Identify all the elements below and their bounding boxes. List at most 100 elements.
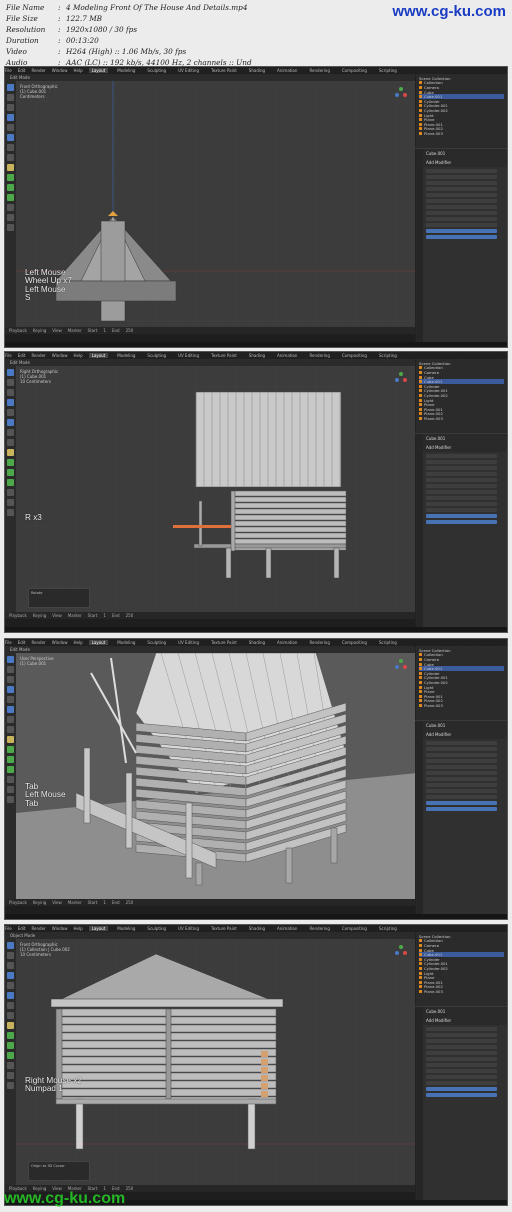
workspace-tab[interactable]: Texture Paint: [208, 68, 240, 73]
workspace-tab[interactable]: Texture Paint: [208, 353, 240, 358]
tool-icon[interactable]: [7, 1022, 14, 1029]
properties-panel[interactable]: Cube.001 Add Modifier: [415, 434, 507, 632]
properties-tabs[interactable]: [416, 1007, 423, 1205]
menu-item[interactable]: File: [5, 353, 12, 358]
timeline[interactable]: Playback Keying View Marker Start 1 End 250: [5, 327, 415, 342]
workspace-tab[interactable]: Sculpting: [144, 353, 169, 358]
add-modifier-button[interactable]: Add Modifier: [416, 1016, 507, 1025]
tool-icon[interactable]: [7, 992, 14, 999]
workspace-tab[interactable]: Compositing: [339, 926, 370, 931]
tool-icon[interactable]: [7, 696, 14, 703]
menu-item[interactable]: Window: [52, 68, 68, 73]
tool-icon[interactable]: [7, 676, 14, 683]
property-field[interactable]: [426, 454, 497, 458]
workspace-tab[interactable]: Compositing: [339, 640, 370, 645]
end-value[interactable]: 250: [126, 613, 134, 618]
property-field[interactable]: [426, 217, 497, 221]
tool-icon[interactable]: [7, 84, 14, 91]
property-field[interactable]: [426, 181, 497, 185]
menu-item[interactable]: Render: [31, 640, 45, 645]
workspace-tab[interactable]: Layout: [88, 926, 109, 931]
end-value[interactable]: 250: [126, 900, 134, 905]
tool-icon[interactable]: [7, 1062, 14, 1069]
navigation-gizmo[interactable]: [393, 85, 409, 101]
workspace-tab[interactable]: Layout: [88, 353, 109, 358]
mode-selector[interactable]: Object Mode: [10, 933, 35, 938]
workspace-tab[interactable]: Scripting: [376, 353, 400, 358]
properties-tabs[interactable]: [416, 149, 423, 347]
property-field[interactable]: [426, 771, 497, 775]
timeline-menu[interactable]: Keying: [33, 328, 46, 333]
tool-icon[interactable]: [7, 184, 14, 191]
mode-selector[interactable]: Edit Mode: [10, 647, 30, 652]
property-field[interactable]: [426, 514, 497, 518]
properties-panel[interactable]: Cube.001 Add Modifier: [415, 1007, 507, 1205]
operator-panel[interactable]: Origin to 3D Cursor: [28, 1161, 90, 1181]
tool-icon[interactable]: [7, 766, 14, 773]
tool-icon[interactable]: [7, 942, 14, 949]
add-modifier-button[interactable]: Add Modifier: [416, 158, 507, 167]
navigation-gizmo[interactable]: [393, 370, 409, 386]
property-field[interactable]: [426, 1051, 497, 1055]
viewport-3d[interactable]: Right Orthographic (1) Cube.001 10 Centime…: [16, 366, 415, 612]
menu-item[interactable]: File: [5, 926, 12, 931]
menu-item[interactable]: Render: [31, 926, 45, 931]
outliner-panel[interactable]: Scene Collection Collection Camera Cube Cube…: [415, 359, 507, 433]
workspace-tab[interactable]: UV Editing: [175, 68, 202, 73]
workspace-tab[interactable]: Layout: [88, 68, 109, 73]
property-field[interactable]: [426, 1063, 497, 1067]
tool-icon[interactable]: [7, 489, 14, 496]
outliner-panel[interactable]: Scene Collection Collection Camera Cube Cube…: [415, 932, 507, 1006]
property-field[interactable]: [426, 235, 497, 239]
properties-panel[interactable]: Cube.001 Add Modifier: [415, 721, 507, 919]
timeline-menu[interactable]: View: [52, 900, 62, 905]
tool-icon[interactable]: [7, 449, 14, 456]
workspace-tab[interactable]: Sculpting: [144, 68, 169, 73]
property-field[interactable]: [426, 1093, 497, 1097]
menu-item[interactable]: Help: [73, 640, 82, 645]
tool-icon[interactable]: [7, 776, 14, 783]
property-field[interactable]: [426, 795, 497, 799]
tool-icon[interactable]: [7, 1052, 14, 1059]
end-value[interactable]: 250: [126, 1186, 134, 1191]
outliner-panel[interactable]: Scene Collection Collection Camera Cube Cube…: [415, 646, 507, 720]
workspace-tab[interactable]: Rendering: [306, 926, 332, 931]
property-field[interactable]: [426, 1027, 497, 1031]
menu-item[interactable]: Render: [31, 353, 45, 358]
property-field[interactable]: [426, 508, 497, 512]
property-field[interactable]: [426, 484, 497, 488]
property-field[interactable]: [426, 753, 497, 757]
workspace-tab[interactable]: Texture Paint: [208, 640, 240, 645]
property-field[interactable]: [426, 807, 497, 811]
tool-icon[interactable]: [7, 224, 14, 231]
workspace-tab[interactable]: Modeling: [114, 926, 138, 931]
property-field[interactable]: [426, 229, 497, 233]
property-field[interactable]: [426, 199, 497, 203]
menu-item[interactable]: File: [5, 68, 12, 73]
timeline-menu[interactable]: View: [52, 613, 62, 618]
viewport-3d[interactable]: Front Orthographic (1) Collection | Cube.…: [16, 939, 415, 1185]
tool-icon[interactable]: [7, 204, 14, 211]
tool-icon[interactable]: [7, 726, 14, 733]
property-field[interactable]: [426, 765, 497, 769]
tool-icon[interactable]: [7, 962, 14, 969]
add-modifier-button[interactable]: Add Modifier: [416, 730, 507, 739]
tool-icon[interactable]: [7, 499, 14, 506]
menu-item[interactable]: Help: [73, 926, 82, 931]
navigation-gizmo[interactable]: [393, 943, 409, 959]
property-field[interactable]: [426, 1081, 497, 1085]
tool-icon[interactable]: [7, 796, 14, 803]
workspace-tab[interactable]: Shading: [246, 926, 268, 931]
workspace-tab[interactable]: Rendering: [306, 353, 332, 358]
property-field[interactable]: [426, 1045, 497, 1049]
timeline-ruler[interactable]: [5, 334, 415, 342]
end-value[interactable]: 250: [126, 328, 134, 333]
mode-selector[interactable]: Edit Mode: [10, 75, 30, 80]
tool-icon[interactable]: [7, 479, 14, 486]
workspace-tab[interactable]: UV Editing: [175, 640, 202, 645]
tool-icon[interactable]: [7, 786, 14, 793]
tool-icon[interactable]: [7, 1042, 14, 1049]
tool-icon[interactable]: [7, 134, 14, 141]
workspace-tab[interactable]: Modeling: [114, 640, 138, 645]
watermark-top[interactable]: www.cg-ku.com: [392, 3, 506, 20]
